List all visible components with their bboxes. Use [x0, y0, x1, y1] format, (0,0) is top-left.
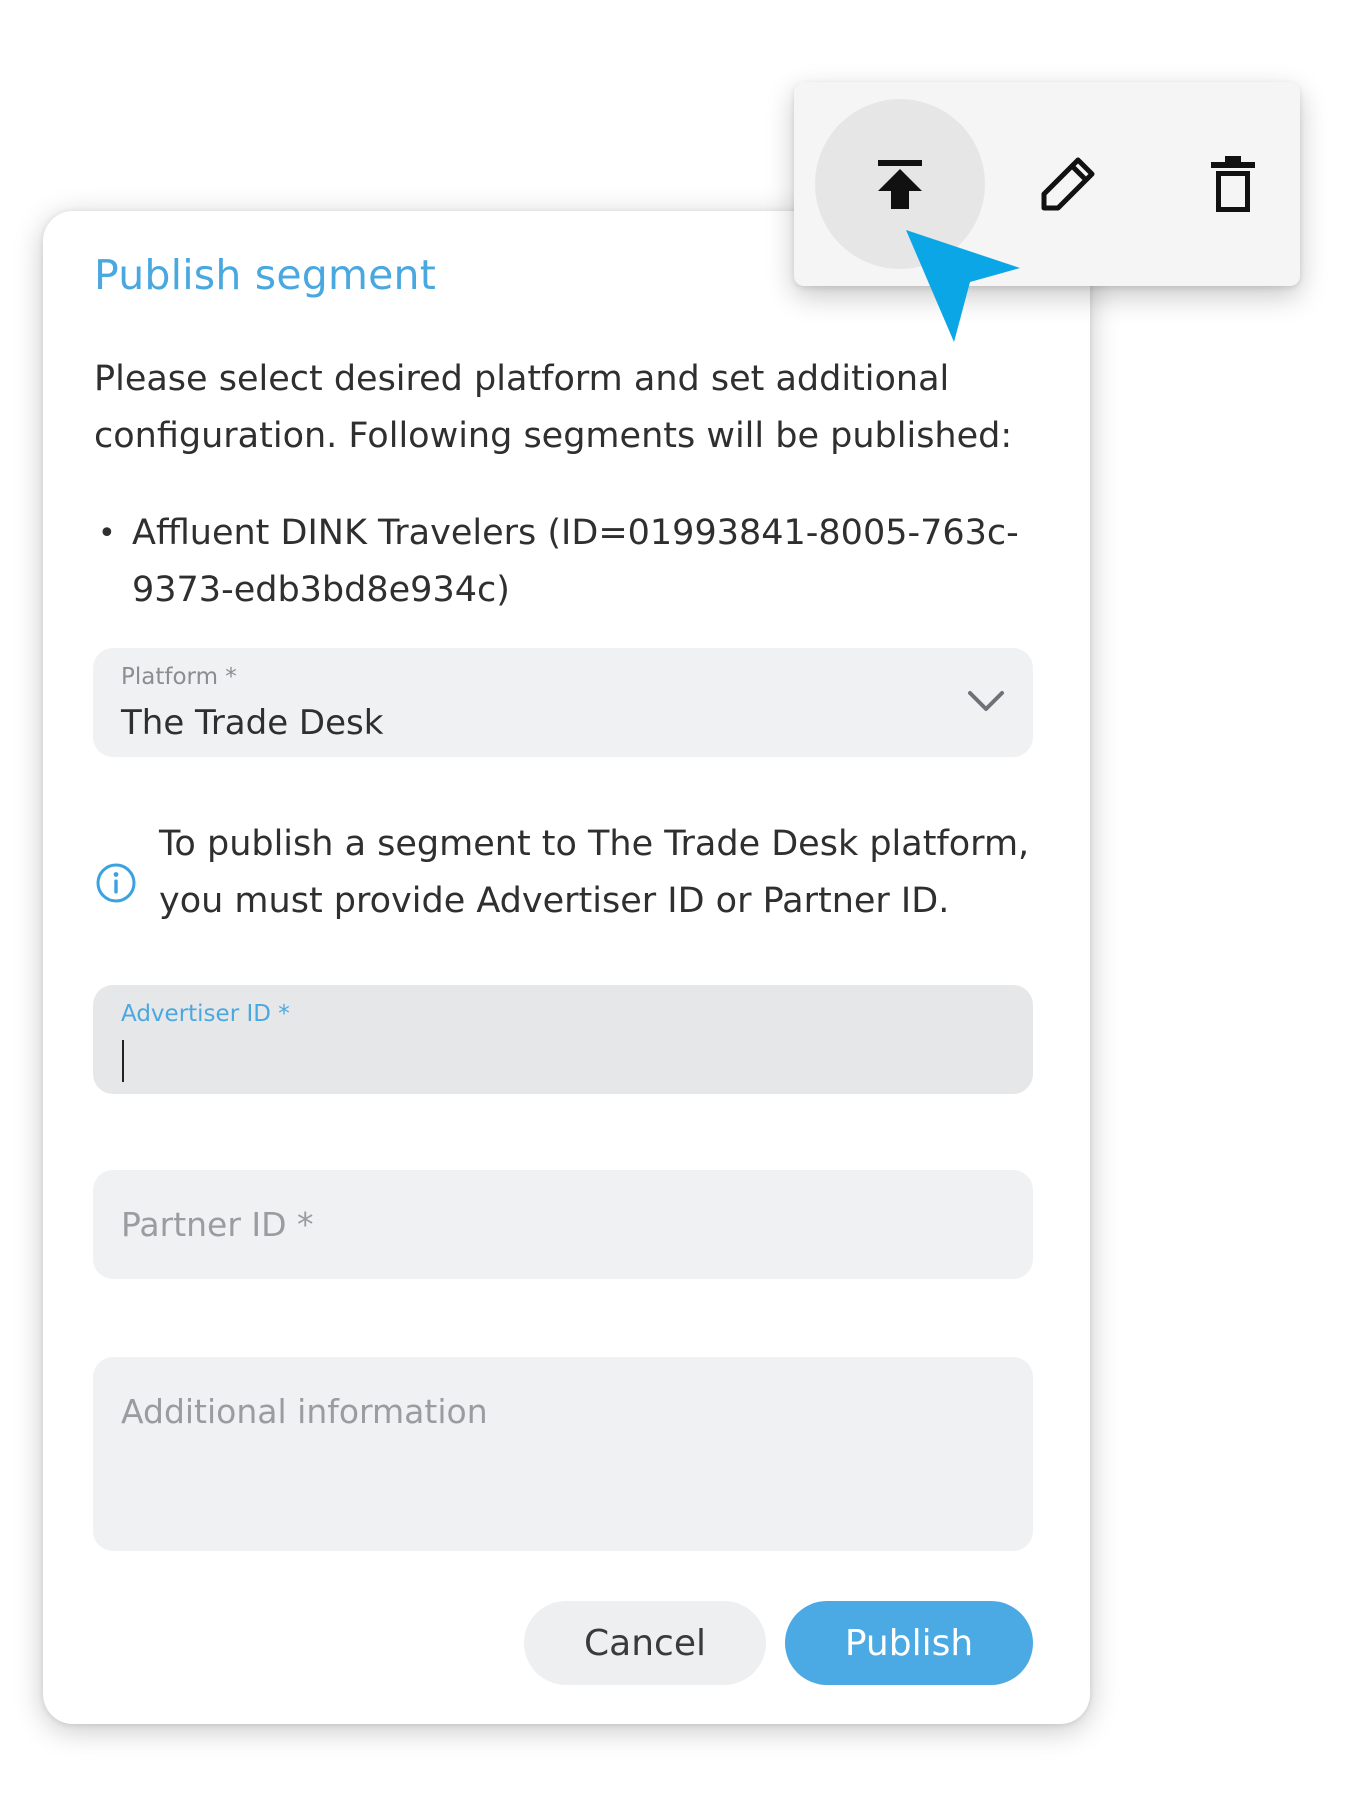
publish-segment-dialog: Publish segment Please select desired pl…: [43, 211, 1090, 1724]
info-message: To publish a segment to The Trade Desk p…: [93, 816, 1053, 946]
segment-name: Affluent DINK Travelers (ID=01993841-800…: [132, 513, 1019, 610]
platform-value: The Trade Desk: [121, 703, 384, 743]
publish-icon: [878, 160, 922, 209]
list-item: • Affluent DINK Travelers (ID=01993841-8…: [94, 505, 1034, 619]
segment-list: • Affluent DINK Travelers (ID=01993841-8…: [94, 505, 1034, 619]
dialog-title: Publish segment: [94, 251, 437, 299]
bullet-icon: •: [98, 516, 116, 551]
cancel-button[interactable]: Cancel: [524, 1601, 766, 1685]
partner-id-field[interactable]: Partner ID *: [93, 1170, 1033, 1279]
segment-actions-toolbar: [794, 82, 1300, 286]
delete-segment-button[interactable]: [1148, 99, 1318, 269]
additional-information-field[interactable]: Additional information: [93, 1357, 1033, 1551]
advertiser-id-label: Advertiser ID *: [121, 1001, 290, 1027]
info-icon: [96, 863, 136, 903]
dialog-intro-text: Please select desired platform and set a…: [94, 359, 1013, 456]
additional-information-placeholder: Additional information: [121, 1392, 488, 1431]
partner-id-placeholder: Partner ID *: [121, 1205, 314, 1244]
info-text: To publish a segment to The Trade Desk p…: [159, 824, 1030, 921]
cursor-pointer-icon: [906, 230, 1020, 342]
trash-icon: [1211, 156, 1255, 212]
platform-select[interactable]: Platform * The Trade Desk: [93, 648, 1033, 757]
advertiser-id-field[interactable]: Advertiser ID *: [93, 985, 1033, 1094]
chevron-down-icon: [968, 691, 1004, 711]
pencil-icon: [1041, 157, 1095, 211]
publish-button[interactable]: Publish: [785, 1601, 1033, 1685]
text-caret: [122, 1040, 124, 1082]
platform-label: Platform *: [121, 664, 237, 690]
